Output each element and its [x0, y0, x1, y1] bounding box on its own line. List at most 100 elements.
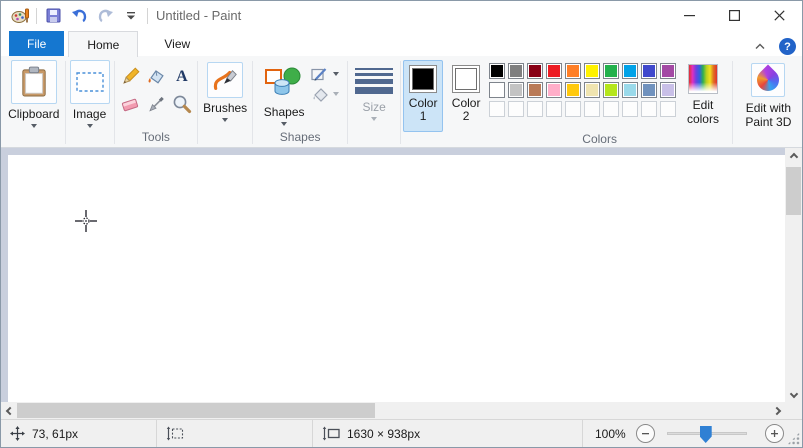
brushes-label: Brushes: [203, 101, 248, 115]
zoom-in-icon[interactable]: [764, 424, 784, 443]
maximize-icon[interactable]: [712, 1, 757, 30]
empty-swatch[interactable]: [565, 101, 582, 117]
color1-button[interactable]: Color 1: [403, 60, 444, 132]
close-icon[interactable]: [757, 1, 802, 30]
color-swatch[interactable]: [546, 63, 563, 79]
empty-swatch[interactable]: [622, 101, 639, 117]
color-swatch[interactable]: [565, 63, 582, 79]
color-swatch[interactable]: [603, 82, 620, 98]
cursor-position-section: 73, 61px: [1, 420, 156, 447]
tab-home[interactable]: Home: [68, 31, 139, 57]
drawing-canvas[interactable]: [8, 155, 785, 402]
redo-icon[interactable]: [95, 6, 115, 26]
color-swatch[interactable]: [641, 82, 658, 98]
tab-file[interactable]: File: [9, 31, 65, 56]
color-swatch[interactable]: [622, 63, 639, 79]
color-swatch[interactable]: [527, 82, 544, 98]
image-label: Image: [72, 107, 107, 121]
zoom-slider-thumb[interactable]: [699, 426, 712, 443]
size-button[interactable]: Size: [355, 58, 394, 147]
vertical-scrollbar-thumb[interactable]: [786, 167, 801, 215]
color-swatch[interactable]: [660, 82, 677, 98]
paint3d-button[interactable]: Edit with Paint 3D: [737, 58, 799, 147]
empty-swatch[interactable]: [489, 101, 506, 117]
colors-caption: Colors: [582, 132, 617, 146]
empty-swatch[interactable]: [508, 101, 525, 117]
save-icon[interactable]: [43, 6, 63, 26]
empty-swatch[interactable]: [641, 101, 658, 117]
customize-qat-icon[interactable]: [121, 6, 141, 26]
color-swatch[interactable]: [508, 63, 525, 79]
color-swatch[interactable]: [508, 82, 525, 98]
clipboard-button[interactable]: Clipboard: [8, 58, 59, 147]
qat-separator: [36, 7, 37, 24]
vertical-scrollbar[interactable]: [785, 148, 802, 402]
brush-icon: [207, 62, 244, 98]
paint3d-icon: [751, 63, 786, 97]
zoom-out-icon[interactable]: [635, 424, 655, 443]
color-swatch[interactable]: [660, 63, 677, 79]
size-label: Size: [362, 100, 386, 114]
shapes-button[interactable]: Shapes: [261, 58, 307, 130]
empty-swatch[interactable]: [584, 101, 601, 117]
ribbon-tab-row: File Home View ?: [1, 30, 802, 57]
eraser-tool-icon[interactable]: [119, 92, 141, 116]
help-icon[interactable]: ?: [779, 38, 796, 55]
color-swatch[interactable]: [584, 63, 601, 79]
scroll-right-icon[interactable]: [768, 402, 785, 419]
eyedropper-tool-icon[interactable]: [145, 92, 167, 116]
cursor-position-value: 73, 61px: [32, 426, 79, 441]
color-swatch[interactable]: [489, 82, 506, 98]
group-divider: [252, 61, 254, 144]
color-swatch[interactable]: [641, 63, 658, 79]
shape-outline-button[interactable]: [311, 66, 340, 82]
zoom-slider[interactable]: [666, 426, 747, 443]
color-palette: [489, 63, 677, 117]
zoom-level-value: 100%: [595, 426, 626, 441]
color-swatch[interactable]: [527, 63, 544, 79]
tab-view[interactable]: View: [146, 31, 208, 56]
scroll-down-icon[interactable]: [785, 385, 802, 402]
collapse-ribbon-icon[interactable]: [751, 39, 769, 55]
scroll-up-icon[interactable]: [785, 148, 802, 165]
pencil-tool-icon[interactable]: [119, 65, 141, 89]
color-swatch[interactable]: [489, 63, 506, 79]
brushes-button[interactable]: Brushes: [203, 58, 247, 147]
edit-colors-button[interactable]: Edit colors: [681, 58, 725, 147]
color-swatch[interactable]: [622, 82, 639, 98]
canvas-size-value: 1630 × 938px: [347, 426, 421, 441]
empty-swatch[interactable]: [660, 101, 677, 117]
group-colors: Color 1 Color 2 Colors: [403, 58, 677, 147]
shape-fill-button[interactable]: [311, 86, 340, 102]
color-swatch[interactable]: [565, 82, 582, 98]
empty-swatch[interactable]: [603, 101, 620, 117]
empty-swatch[interactable]: [527, 101, 544, 117]
group-clipboard: Clipboard: [5, 58, 63, 147]
empty-swatch[interactable]: [546, 101, 563, 117]
color-swatch[interactable]: [546, 82, 563, 98]
fill-tool-icon[interactable]: [145, 65, 167, 89]
text-tool-icon[interactable]: A: [171, 65, 193, 89]
paint-window: Untitled - Paint File Home View ? Clipbo…: [0, 0, 803, 448]
zoom-section: 100%: [582, 420, 802, 447]
scroll-left-icon[interactable]: [1, 402, 18, 419]
image-button[interactable]: Image: [69, 58, 110, 147]
group-paint3d: Edit with Paint 3D: [735, 58, 802, 147]
undo-icon[interactable]: [69, 6, 89, 26]
group-divider: [400, 61, 402, 144]
ribbon: Clipboard Image A Tools Brushes Shapes S…: [1, 56, 802, 148]
color2-button[interactable]: Color 2: [446, 60, 486, 132]
minimize-icon[interactable]: [667, 1, 712, 30]
window-title: Untitled - Paint: [156, 8, 242, 23]
magnifier-tool-icon[interactable]: [171, 92, 193, 116]
color-swatch[interactable]: [603, 63, 620, 79]
paint-logo-icon[interactable]: [10, 6, 30, 26]
color2-label: Color 2: [451, 96, 481, 123]
color-swatch[interactable]: [584, 82, 601, 98]
chevron-down-icon: [30, 124, 37, 128]
group-brushes: Brushes: [200, 58, 250, 147]
outline-icon: [311, 68, 327, 81]
horizontal-scrollbar-thumb[interactable]: [17, 403, 375, 418]
horizontal-scrollbar[interactable]: [1, 402, 785, 419]
quick-access-toolbar: [1, 6, 148, 26]
